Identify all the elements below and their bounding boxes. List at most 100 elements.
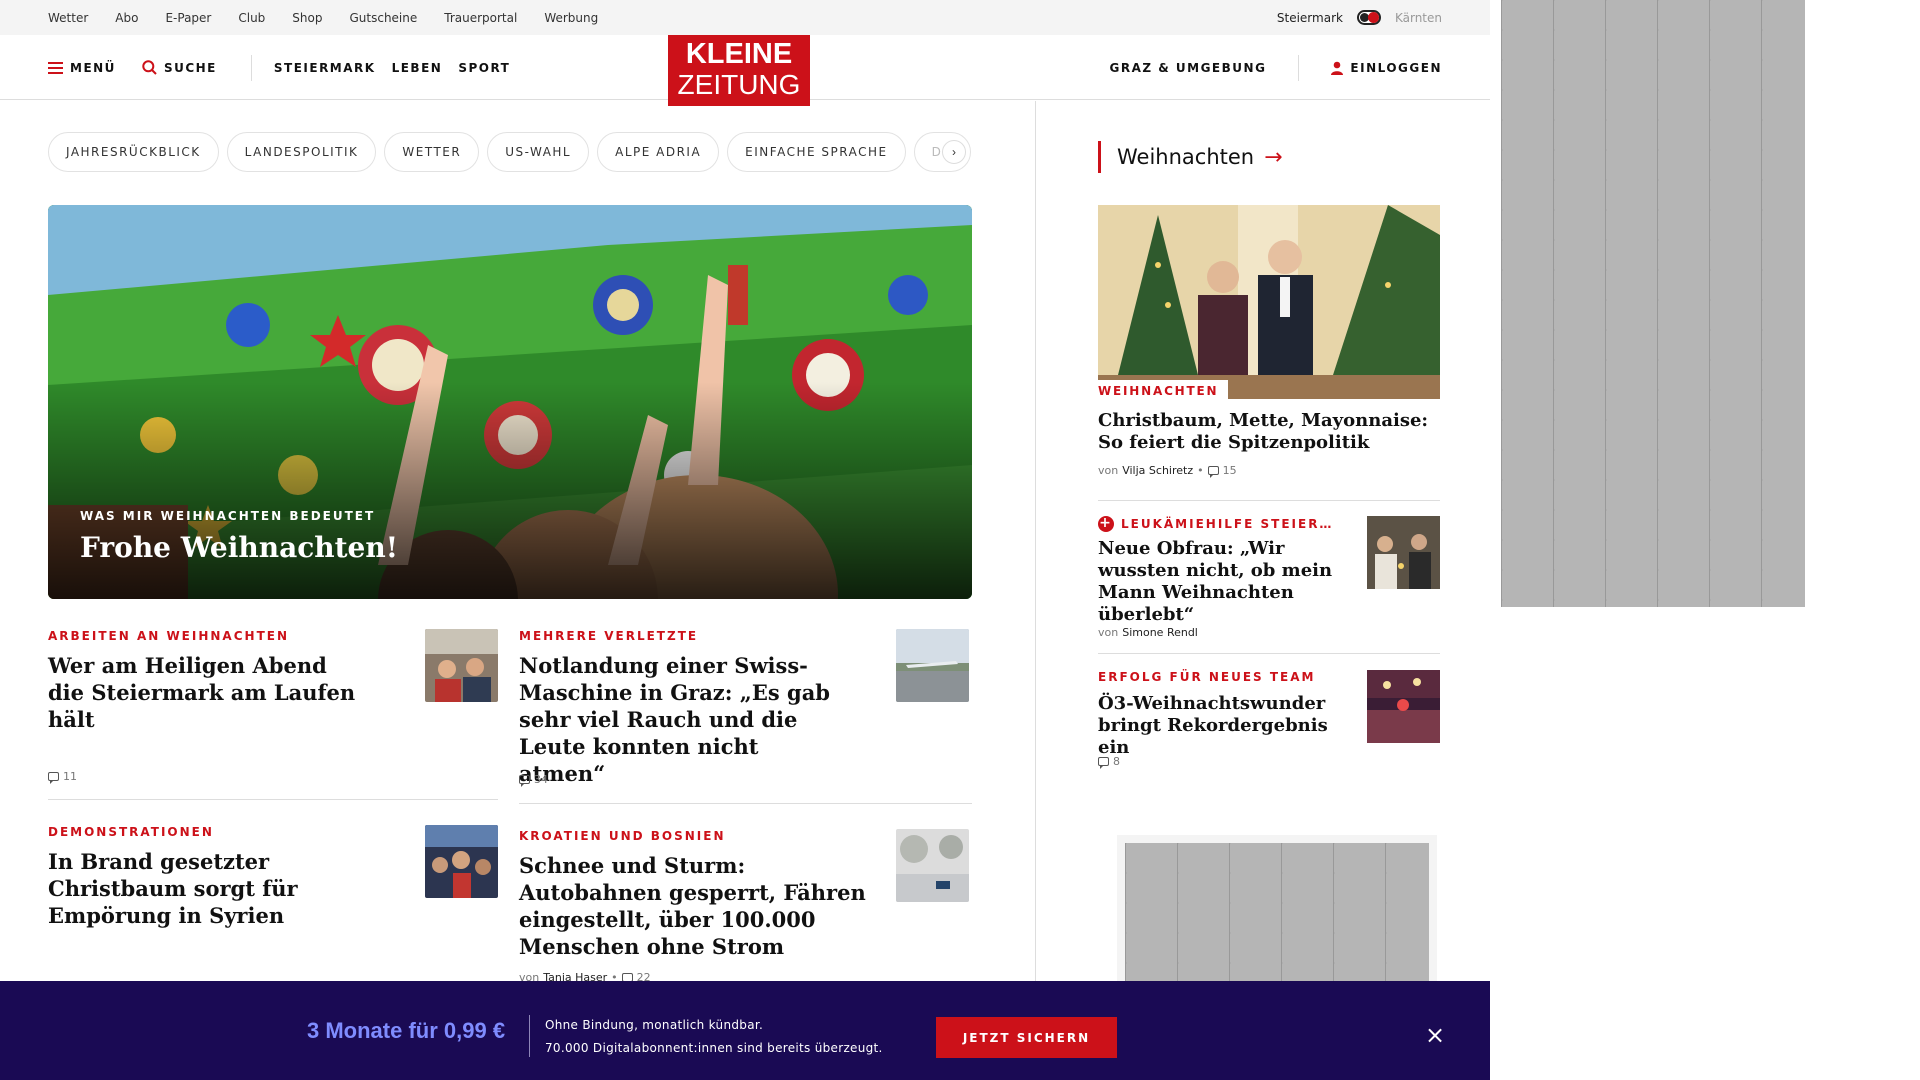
comment-icon <box>48 772 59 784</box>
nav-left: MENÜ SUCHE STEIERMARK LEBEN SPORT <box>48 35 510 100</box>
article-thumbnail[interactable] <box>896 829 969 902</box>
tag-wetter[interactable]: WETTER <box>384 132 480 172</box>
close-icon[interactable]: × <box>1425 1023 1445 1047</box>
sidebar-thumbnail[interactable] <box>1367 516 1440 589</box>
nav-sections: STEIERMARK LEBEN SPORT <box>274 61 510 75</box>
sidebar-divider <box>1098 653 1440 654</box>
main-nav: MENÜ SUCHE STEIERMARK LEBEN SPORT KLEINE… <box>0 35 1490 106</box>
site-logo[interactable]: KLEINE ZEITUNG <box>668 35 810 106</box>
tags-scroll-right-button[interactable]: › <box>942 140 966 164</box>
chevron-right-icon: › <box>952 145 956 159</box>
nav-section-steiermark[interactable]: STEIERMARK <box>274 61 376 75</box>
subscribe-button[interactable]: JETZT SICHERN <box>936 1017 1117 1058</box>
sidebar-ad[interactable] <box>1117 835 1437 1005</box>
banner-divider <box>529 1015 530 1057</box>
main-content: JAHRESRÜCKBLICK LANDESPOLITIK WETTER US-… <box>0 101 1036 1001</box>
page: Wetter Abo E-Paper Club Shop Gutscheine … <box>0 0 1490 1080</box>
sidebar-headline[interactable]: Christbaum, Mette, Mayonnaise: So feiert… <box>1098 410 1440 454</box>
hero-teaser[interactable]: WAS MIR WEIHNACHTEN BEDEUTET Frohe Weihn… <box>48 205 972 599</box>
article-teaser[interactable]: MEHRERE VERLETZTE Notlandung einer Swiss… <box>519 629 969 787</box>
author-name[interactable]: Simone Rendl <box>1122 626 1198 639</box>
banner-info-line-1: Ohne Bindung, monatlich kündbar. <box>545 1018 764 1032</box>
sidebar-thumbnail[interactable] <box>1367 670 1440 743</box>
article-teaser[interactable]: KROATIEN UND BOSNIEN Schnee und Sturm: A… <box>519 829 969 985</box>
sidebar-heading[interactable]: Weihnachten → <box>1098 141 1283 173</box>
comment-icon <box>1207 466 1219 478</box>
tag-landespolitik[interactable]: LANDESPOLITIK <box>226 132 377 172</box>
utility-bar: Wetter Abo E-Paper Club Shop Gutscheine … <box>0 0 1490 35</box>
hero-kicker: WAS MIR WEIHNACHTEN BEDEUTET <box>80 509 376 523</box>
utility-links: Wetter Abo E-Paper Club Shop Gutscheine … <box>48 0 625 35</box>
menu-button[interactable]: MENÜ <box>48 61 116 75</box>
search-button[interactable]: SUCHE <box>142 60 217 75</box>
utility-link-wetter[interactable]: Wetter <box>48 11 88 25</box>
tag-einfache-sprache[interactable]: EINFACHE SPRACHE <box>727 132 906 172</box>
banner-price: 3 Monate für 0,99 € <box>307 1017 506 1043</box>
article-divider <box>48 799 498 800</box>
local-edition-link[interactable]: GRAZ & UMGEBUNG <box>1110 61 1267 75</box>
tag-alpe-adria[interactable]: ALPE ADRIA <box>597 132 720 172</box>
subscription-banner: 3 Monate für 0,99 € Ohne Bindung, monatl… <box>0 981 1490 1080</box>
sidebar-lead-kicker: WEIHNACHTEN <box>1098 380 1229 399</box>
comment-count[interactable]: 8 <box>1113 755 1120 768</box>
nav-divider-right <box>1298 54 1300 81</box>
utility-link-epaper[interactable]: E-Paper <box>165 11 211 25</box>
utility-link-trauerportal[interactable]: Trauerportal <box>444 11 517 25</box>
sidebar-kicker-text: LEUKÄMIEHILFE STEIER… <box>1121 517 1334 531</box>
arrow-right-icon: → <box>1264 144 1283 170</box>
utility-link-gutscheine[interactable]: Gutscheine <box>349 11 417 25</box>
comment-count[interactable]: 34 <box>534 773 548 786</box>
sidebar-article-meta: von Vilja Schiretz • 15 <box>1098 464 1237 478</box>
ad-placeholder-pattern <box>1125 843 1429 1003</box>
banner-info-line-2: 70.000 Digitalabonnent:innen sind bereit… <box>545 1041 883 1055</box>
plus-icon: + <box>1098 515 1114 532</box>
sidebar-article[interactable]: + LEUKÄMIEHILFE STEIER… Neue Obfrau: „Wi… <box>1098 515 1440 639</box>
article-divider <box>519 803 972 804</box>
sidebar-article[interactable]: ERFOLG FÜR NEUES TEAM Ö3-Weihnachtswunde… <box>1098 670 1440 769</box>
topic-tags: JAHRESRÜCKBLICK LANDESPOLITIK WETTER US-… <box>48 132 978 172</box>
author-prefix: von <box>1098 464 1119 477</box>
nav-right: GRAZ & UMGEBUNG EINLOGGEN <box>1110 35 1443 100</box>
tag-us-wahl[interactable]: US-WAHL <box>487 132 590 172</box>
utility-link-club[interactable]: Club <box>238 11 265 25</box>
article-thumbnail[interactable] <box>425 629 498 702</box>
search-label: SUCHE <box>163 60 217 75</box>
sidebar-headline[interactable]: Neue Obfrau: „Wir wussten nicht, ob mein… <box>1098 538 1356 626</box>
sidebar-article-meta: 8 <box>1098 755 1120 769</box>
menu-label: MENÜ <box>70 60 116 75</box>
nav-section-leben[interactable]: LEBEN <box>392 61 443 75</box>
utility-link-shop[interactable]: Shop <box>292 11 322 25</box>
utility-link-abo[interactable]: Abo <box>115 11 138 25</box>
article-teaser[interactable]: ARBEITEN AN WEIHNACHTEN Wer am Heiligen … <box>48 629 498 784</box>
article-headline[interactable]: Notlandung einer Swiss-Maschine in Graz:… <box>519 652 849 787</box>
region-active-label[interactable]: Steiermark <box>1277 11 1343 25</box>
sidebar-article[interactable]: Christbaum, Mette, Mayonnaise: So feiert… <box>1098 410 1440 478</box>
user-icon <box>1331 61 1344 75</box>
login-button[interactable]: EINLOGGEN <box>1331 61 1442 75</box>
article-headline[interactable]: In Brand gesetzter Christbaum sorgt für … <box>48 848 388 929</box>
login-label: EINLOGGEN <box>1350 60 1442 75</box>
tag-jahresrueckblick[interactable]: JAHRESRÜCKBLICK <box>48 132 219 172</box>
utility-link-werbung[interactable]: Werbung <box>544 11 598 25</box>
region-inactive-label[interactable]: Kärnten <box>1395 11 1442 25</box>
search-icon <box>142 60 157 75</box>
author-name[interactable]: Vilja Schiretz <box>1122 464 1193 477</box>
article-headline[interactable]: Wer am Heiligen Abend die Steiermark am … <box>48 652 368 733</box>
article-thumbnail[interactable] <box>896 629 969 702</box>
article-thumbnail[interactable] <box>425 825 498 898</box>
hero-gradient <box>48 382 972 599</box>
right-skyscraper-ad[interactable] <box>1501 0 1805 607</box>
region-toggle[interactable] <box>1356 10 1381 25</box>
comment-icon <box>1098 757 1109 769</box>
author-prefix: von <box>1098 626 1119 639</box>
hero-title[interactable]: Frohe Weihnachten! <box>80 531 398 564</box>
comment-icon <box>519 775 530 787</box>
comment-count[interactable]: 11 <box>63 770 77 783</box>
nav-section-sport[interactable]: SPORT <box>458 61 510 75</box>
article-teaser[interactable]: DEMONSTRATIONEN In Brand gesetzter Chris… <box>48 825 498 929</box>
comment-count[interactable]: 15 <box>1223 464 1237 477</box>
sidebar-lead-image[interactable]: WEIHNACHTEN <box>1098 205 1440 399</box>
sidebar-article-meta: von Simone Rendl <box>1098 626 1198 639</box>
sidebar-headline[interactable]: Ö3-Weihnachtswunder bringt Rekordergebni… <box>1098 693 1356 759</box>
article-headline[interactable]: Schnee und Sturm: Autobahnen gesperrt, F… <box>519 852 889 960</box>
